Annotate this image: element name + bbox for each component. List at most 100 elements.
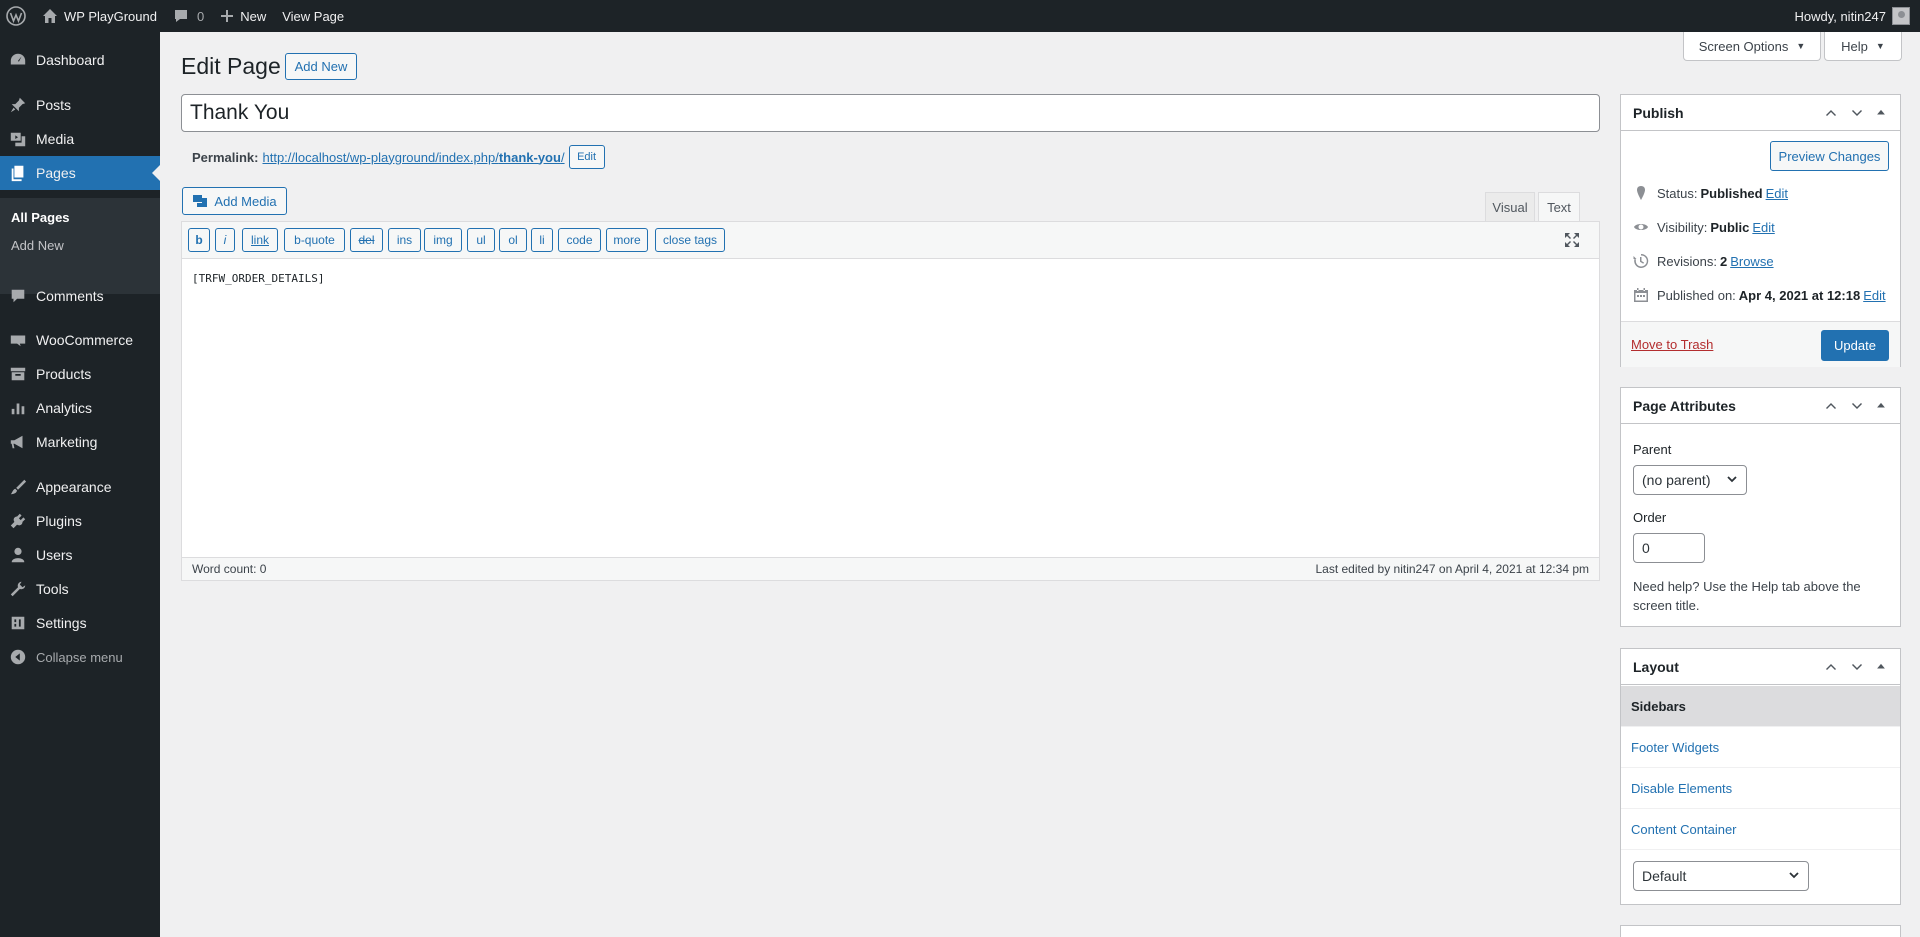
qt-img-button[interactable]: img (424, 228, 462, 252)
screen-options-button[interactable]: Screen Options ▼ (1683, 32, 1821, 61)
sidebar-item-posts[interactable]: Posts (0, 88, 160, 122)
user-account-menu[interactable]: Howdy, nitin247 (1786, 0, 1920, 32)
qt-close-tags-button[interactable]: close tags (655, 228, 725, 252)
caret-up-icon[interactable] (1874, 104, 1888, 122)
visibility-edit-link[interactable]: Edit (1752, 220, 1774, 235)
woo-icon (0, 323, 36, 357)
sidebar-item-products[interactable]: Products (0, 357, 160, 391)
sidebar-item-dashboard[interactable]: Dashboard (0, 43, 160, 77)
chevron-down-icon[interactable] (1848, 658, 1866, 676)
qt-del-button[interactable]: del (350, 228, 383, 252)
sidebar-item-woocommerce[interactable]: WooCommerce (0, 323, 160, 357)
sidebar-item-appearance[interactable]: Appearance (0, 470, 160, 504)
fullscreen-icon[interactable] (1563, 231, 1581, 249)
status-edit-link[interactable]: Edit (1766, 186, 1788, 201)
qt-ol-button[interactable]: ol (499, 228, 527, 252)
permalink-base: http://localhost/wp-playground/index.php… (262, 149, 499, 165)
layout-tab-footer-widgets[interactable]: Footer Widgets (1621, 727, 1900, 768)
chevron-down-icon (1788, 868, 1800, 884)
sidebar-item-marketing[interactable]: Marketing (0, 425, 160, 459)
chevron-up-icon[interactable] (1822, 397, 1840, 415)
submenu-all-pages[interactable]: All Pages (11, 210, 70, 225)
sidebar-layout-select[interactable]: Default (1633, 861, 1809, 891)
tab-text[interactable]: Text (1538, 192, 1580, 222)
wordpress-logo-icon[interactable] (0, 0, 34, 32)
submenu-add-new[interactable]: Add New (11, 238, 64, 253)
add-media-label: Add Media (214, 193, 277, 209)
collapse-menu-button[interactable]: Collapse menu (0, 640, 160, 674)
brush-icon (0, 470, 36, 504)
comments-count: 0 (196, 8, 205, 24)
status-row: Status: Published Edit (1633, 185, 1788, 201)
chevron-down-icon[interactable] (1848, 104, 1866, 122)
post-title-input[interactable] (181, 94, 1600, 132)
layout-tab-content-container[interactable]: Content Container (1621, 809, 1900, 850)
page-attributes-header: Page Attributes (1621, 388, 1900, 424)
view-page-label: View Page (282, 8, 345, 24)
published-edit-link[interactable]: Edit (1863, 288, 1885, 303)
sidebar-item-label: Posts (36, 97, 72, 113)
editor-textarea[interactable]: [TRFW_ORDER_DETAILS] (192, 272, 324, 285)
comments-link[interactable]: 0 (165, 0, 212, 32)
qt-bquote-button[interactable]: b-quote (284, 228, 345, 252)
sidebar-layout-select-value: Default (1642, 868, 1687, 884)
page-attributes-help: Need help? Use the Help tab above the sc… (1633, 579, 1861, 613)
status-value: Published (1700, 185, 1763, 201)
qt-italic-button[interactable]: i (215, 228, 235, 252)
layout-tab-disable-elements[interactable]: Disable Elements (1621, 768, 1900, 809)
qt-more-button[interactable]: more (606, 228, 648, 252)
chevron-up-icon[interactable] (1822, 104, 1840, 122)
add-media-button[interactable]: Add Media (182, 187, 287, 215)
revisions-row: Revisions: 2 Browse (1633, 253, 1774, 269)
view-page-link[interactable]: View Page (274, 0, 352, 32)
qt-bold-button[interactable]: b (188, 228, 210, 252)
site-name-link[interactable]: WP PlayGround (34, 0, 165, 32)
admin-sidebar: Dashboard Posts Media Pages All Pages Ad… (0, 32, 160, 937)
new-content-link[interactable]: New (212, 0, 274, 32)
layout-box: Layout Sidebars Footer Widgets Disable E… (1620, 648, 1901, 905)
sidebar-item-tools[interactable]: Tools (0, 572, 160, 606)
last-edited: Last edited by nitin247 on April 4, 2021… (1315, 562, 1589, 576)
qt-code-button[interactable]: code (558, 228, 601, 252)
preview-changes-button[interactable]: Preview Changes (1770, 141, 1889, 171)
publish-box-title: Publish (1633, 104, 1684, 121)
sidebar-item-users[interactable]: Users (0, 538, 160, 572)
add-new-page-button[interactable]: Add New (285, 53, 357, 80)
update-button[interactable]: Update (1821, 330, 1889, 361)
pin-icon (0, 88, 36, 122)
media-icon (193, 195, 208, 207)
chevron-down-icon[interactable] (1848, 397, 1866, 415)
revisions-value: 2 (1719, 253, 1728, 269)
user-icon (0, 538, 36, 572)
parent-label: Parent (1633, 442, 1672, 457)
sidebar-item-pages[interactable]: Pages (0, 156, 160, 190)
parent-select[interactable]: (no parent) (1633, 465, 1747, 495)
sidebar-item-settings[interactable]: Settings (0, 606, 160, 640)
sidebar-item-comments[interactable]: Comments (0, 279, 160, 313)
sidebar-item-plugins[interactable]: Plugins (0, 504, 160, 538)
qt-ins-button[interactable]: ins (388, 228, 421, 252)
status-label: Status: (1657, 185, 1698, 201)
qt-li-button[interactable]: li (531, 228, 553, 252)
sidebar-item-analytics[interactable]: Analytics (0, 391, 160, 425)
qt-link-button[interactable]: link (242, 228, 278, 252)
comment-icon (174, 10, 187, 22)
caret-up-icon[interactable] (1874, 658, 1888, 676)
qt-ul-button[interactable]: ul (467, 228, 495, 252)
tab-visual[interactable]: Visual (1485, 192, 1535, 221)
page-title: Edit Page (181, 53, 281, 79)
sidebar-item-media[interactable]: Media (0, 122, 160, 156)
help-button[interactable]: Help ▼ (1824, 32, 1902, 61)
layout-tab-sidebars[interactable]: Sidebars (1621, 686, 1900, 727)
backup-icon (1633, 253, 1649, 268)
caret-up-icon[interactable] (1874, 397, 1888, 415)
permalink-link[interactable]: http://localhost/wp-playground/index.php… (262, 150, 564, 165)
pin-icon (1637, 186, 1645, 200)
revisions-browse-link[interactable]: Browse (1730, 254, 1773, 269)
permalink-edit-button[interactable]: Edit (568, 145, 605, 169)
move-to-trash-link[interactable]: Move to Trash (1631, 337, 1713, 352)
order-input[interactable] (1633, 533, 1705, 563)
admin-bar: WP PlayGround 0 New View Page Howdy, nit… (0, 0, 1920, 32)
visibility-value: Public (1710, 219, 1750, 235)
chevron-up-icon[interactable] (1822, 658, 1840, 676)
